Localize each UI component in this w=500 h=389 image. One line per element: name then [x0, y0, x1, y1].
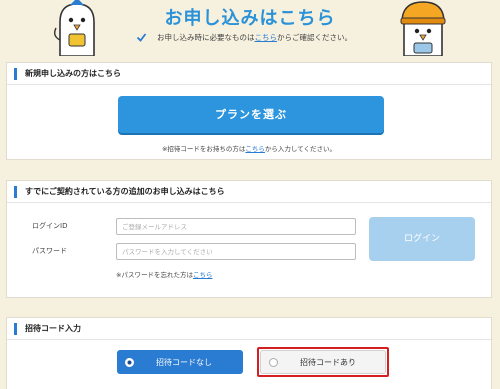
invite-code-note: ※招待コードをお持ちの方はこちらから入力してください。 [7, 143, 491, 153]
section-title: 新規申し込みの方はこちら [25, 69, 121, 78]
invite-note-prefix: ※招待コードをお持ちの方は [161, 145, 246, 153]
invite-option-has[interactable]: 招待コードあり [260, 350, 386, 374]
mascot-right-icon [400, 1, 446, 56]
login-id-input[interactable] [116, 218, 356, 235]
section-marker [14, 323, 17, 335]
login-button[interactable]: ログイン [369, 217, 475, 261]
radio-unselected-icon[interactable] [269, 357, 278, 367]
existing-customer-panel: すでにご契約されている方の追加のお申し込みはこちら ログインID パスワード ロ… [6, 180, 492, 298]
option-none-label: 招待コードなし [156, 357, 212, 367]
radio-selected-icon[interactable] [125, 357, 134, 367]
invite-option-none[interactable]: 招待コードなし [117, 350, 243, 374]
panel-header: 新規申し込みの方はこちら [7, 63, 491, 85]
section-marker [14, 186, 17, 198]
panel-header: すでにご契約されている方の追加のお申し込みはこちら [7, 181, 491, 203]
password-input[interactable] [116, 243, 356, 260]
check-icon [136, 33, 147, 42]
invite-code-link[interactable]: こちら [245, 145, 265, 153]
section-marker [14, 68, 17, 80]
forgot-password-note: ※パスワードを忘れた方はこちら [116, 269, 212, 279]
password-label: パスワード [32, 247, 67, 255]
forgot-prefix: ※パスワードを忘れた方は [116, 271, 193, 279]
section-title: すでにご契約されている方の追加のお申し込みはこちら [25, 187, 225, 196]
requirements-notice: お申し込み時に必要なものは こちら からご確認ください。 [136, 32, 352, 43]
choose-plan-button[interactable]: プランを選ぶ [118, 96, 384, 133]
invite-code-panel: 招待コード入力 招待コードなし 招待コードあり [6, 317, 492, 389]
header: お申し込みはこちら お申し込み時に必要なものは こちら からご確認ください。 [0, 0, 500, 56]
login-id-label: ログインID [32, 222, 68, 230]
option-has-label: 招待コードあり [300, 357, 356, 367]
forgot-password-link[interactable]: こちら [193, 271, 213, 279]
notice-prefix: お申し込み時に必要なものは [157, 33, 255, 42]
requirements-link[interactable]: こちら [255, 32, 278, 43]
invite-note-suffix: から入力してください。 [264, 145, 337, 153]
new-signup-panel: 新規申し込みの方はこちら プランを選ぶ ※招待コードをお持ちの方はこちらから入力… [6, 62, 492, 160]
panel-header: 招待コード入力 [7, 318, 491, 340]
notice-suffix: からご確認ください。 [277, 33, 352, 42]
section-title: 招待コード入力 [25, 324, 81, 333]
